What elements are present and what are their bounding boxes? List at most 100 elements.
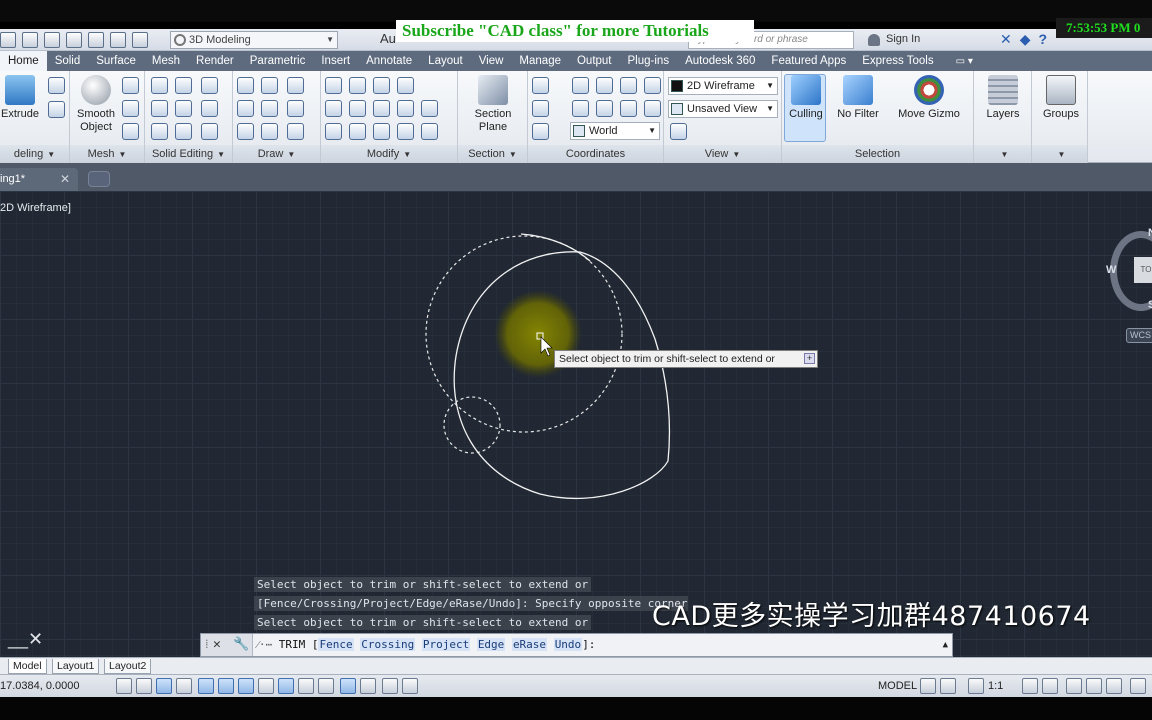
spline-icon[interactable] (237, 100, 254, 117)
panel-title-view[interactable]: View ▼ (664, 145, 781, 163)
rotate-3d-icon[interactable] (349, 100, 366, 117)
command-line[interactable]: ⁞ ✕ 🔧 ⁄·⋯ TRIM [Fence Crossing Project E… (200, 633, 953, 657)
viewcube[interactable]: TO N W S (1106, 227, 1152, 317)
drawing-area[interactable]: 2D Wireframe] Select object to trim or s… (0, 191, 1152, 660)
workspace-dropdown[interactable]: 3D Modeling ▼ (170, 31, 338, 49)
quick-view-layouts-icon[interactable] (920, 678, 936, 694)
union-icon[interactable] (151, 77, 168, 94)
object-snap-icon[interactable] (218, 678, 234, 694)
array-icon[interactable] (349, 123, 366, 140)
layers-button[interactable]: Layers (980, 75, 1026, 121)
freeform-closed-curve[interactable] (453, 251, 671, 500)
move-gizmo-button[interactable]: Move Gizmo (894, 75, 964, 121)
panel-title-section[interactable]: Section ▼ (458, 145, 527, 163)
panel-title-draw[interactable]: Draw ▼ (233, 145, 320, 163)
mesh-tool-1-icon[interactable] (122, 77, 139, 94)
gizmo-toggle-icon[interactable] (402, 678, 418, 694)
tab-annotate[interactable]: Annotate (358, 51, 420, 71)
expand-icon[interactable]: + (804, 353, 815, 364)
loft-icon[interactable] (48, 77, 65, 94)
compass-north[interactable]: N (1148, 227, 1152, 239)
new-tab-button[interactable] (88, 171, 110, 187)
save-as-icon[interactable] (66, 32, 82, 48)
tab-layout2[interactable]: Layout2 (104, 659, 152, 674)
workspace-switching-icon[interactable] (1066, 678, 1082, 694)
ucs-origin-icon[interactable] (572, 77, 589, 94)
quick-properties-icon[interactable] (360, 678, 376, 694)
option-fence[interactable]: Fence (318, 638, 354, 651)
snap-mode-icon[interactable] (136, 678, 152, 694)
annotation-scale-value[interactable]: 1:1 (988, 680, 1003, 692)
ribbon-minimize-icon[interactable]: ▭ ▾ (956, 56, 973, 67)
extrude-faces-icon[interactable] (201, 100, 218, 117)
arc-icon[interactable] (287, 77, 304, 94)
rotate-icon[interactable] (373, 100, 390, 117)
ucs-icon[interactable] (532, 77, 549, 94)
panel-title-modify[interactable]: Modify ▼ (321, 145, 457, 163)
tab-surface[interactable]: Surface (88, 51, 144, 71)
ucs-object-icon[interactable] (620, 77, 637, 94)
ucs-previous-icon[interactable] (572, 100, 589, 117)
chevron-up-icon[interactable]: ▲ (943, 634, 948, 656)
compass-west[interactable]: W (1106, 264, 1116, 276)
tab-model[interactable]: Model (8, 659, 47, 674)
command-line-handle[interactable]: ⁞ ✕ 🔧 (201, 634, 253, 656)
ortho-mode-icon[interactable] (176, 678, 192, 694)
no-filter-button[interactable]: No Filter (834, 75, 882, 121)
tab-autodesk-360[interactable]: Autodesk 360 (677, 51, 763, 71)
undo-icon[interactable] (110, 32, 126, 48)
section-plane-button[interactable]: Section Plane (468, 75, 518, 134)
ucs-y-icon[interactable] (620, 100, 637, 117)
wrench-icon[interactable]: 🔧 (233, 634, 249, 656)
fillet-edge-icon[interactable] (175, 77, 192, 94)
panel-title-groups[interactable]: ▼ (1032, 145, 1087, 163)
polyline-icon[interactable] (237, 77, 254, 94)
redo-icon[interactable] (132, 32, 148, 48)
file-tab-drawing1[interactable]: ing1* ✕ (0, 168, 78, 191)
panel-title-layers[interactable]: ▼ (974, 145, 1031, 163)
3d-object-snap-icon[interactable] (238, 678, 254, 694)
saved-view-dropdown[interactable]: Unsaved View ▼ (668, 100, 778, 118)
fillet-icon[interactable] (421, 100, 438, 117)
ucs-face-icon[interactable] (644, 77, 661, 94)
command-prompt[interactable]: ⁄·⋯ TRIM [Fence Crossing Project Edge eR… (257, 634, 595, 656)
tab-parametric[interactable]: Parametric (242, 51, 314, 71)
ellipse-icon[interactable] (287, 123, 304, 140)
culling-button[interactable]: Culling (784, 75, 828, 121)
infer-constraints-icon[interactable] (116, 678, 132, 694)
move-icon[interactable] (325, 77, 342, 94)
compass-south[interactable]: S (1148, 299, 1152, 311)
tab-plug-ins[interactable]: Plug-ins (620, 51, 678, 71)
tab-render[interactable]: Render (188, 51, 242, 71)
polar-tracking-icon[interactable] (198, 678, 214, 694)
tab-mesh[interactable]: Mesh (144, 51, 188, 71)
ucs-x-icon[interactable] (596, 100, 613, 117)
option-undo[interactable]: Undo (553, 638, 583, 651)
rectangle-icon[interactable] (261, 123, 278, 140)
option-crossing[interactable]: Crossing (360, 638, 416, 651)
stretch-icon[interactable] (397, 123, 414, 140)
curve-segment[interactable] (520, 233, 591, 262)
open-icon[interactable] (22, 32, 38, 48)
transparency-icon[interactable] (340, 678, 356, 694)
annotation-visibility-icon[interactable] (1022, 678, 1038, 694)
tab-view[interactable]: View (471, 51, 512, 71)
object-snap-tracking-icon[interactable] (258, 678, 274, 694)
exchange-icon[interactable]: ✕ (1000, 32, 1012, 46)
sign-in-button[interactable]: Sign In (866, 33, 920, 46)
tab-featured-apps[interactable]: Featured Apps (763, 51, 854, 71)
groups-button[interactable]: Groups (1038, 75, 1084, 121)
smooth-object-button[interactable]: Smooth Object (74, 75, 118, 134)
visual-style-dropdown[interactable]: 2D Wireframe ▼ (668, 77, 778, 95)
close-icon[interactable]: ✕ (213, 634, 221, 656)
option-project[interactable]: Project (421, 638, 471, 651)
panel-title-mesh[interactable]: Mesh ▼ (70, 145, 144, 163)
tab-solid[interactable]: Solid (47, 51, 89, 71)
mesh-tool-3-icon[interactable] (122, 123, 139, 140)
tab-home[interactable]: Home (0, 51, 47, 71)
tab-manage[interactable]: Manage (511, 51, 569, 71)
viewport-config-icon[interactable] (670, 123, 687, 140)
ucs-named-icon[interactable] (532, 123, 549, 140)
align-icon[interactable] (325, 100, 342, 117)
dynamic-ucs-icon[interactable] (278, 678, 294, 694)
